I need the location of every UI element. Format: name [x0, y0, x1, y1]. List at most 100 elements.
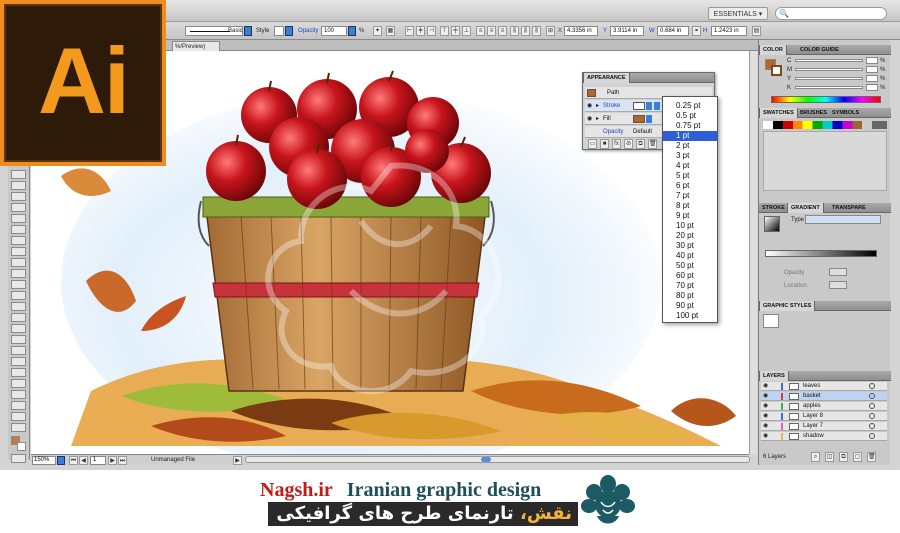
layer-row[interactable]: ◉ apples	[761, 402, 887, 411]
stroke-weight-option[interactable]: 4 pt	[663, 161, 717, 171]
align-middle-icon[interactable]: ╪	[451, 26, 460, 36]
layer-target-icon[interactable]	[869, 413, 875, 419]
artboard-tool-icon[interactable]	[11, 401, 26, 410]
stroke-weight-option[interactable]: 6 pt	[663, 181, 717, 191]
layer-target-icon[interactable]	[869, 403, 875, 409]
tab-symbols[interactable]: SYMBOLS	[829, 108, 862, 118]
layer-target-icon[interactable]	[869, 433, 875, 439]
stroke-weight-option[interactable]: 20 pt	[663, 231, 717, 241]
tab-color[interactable]: COLOR	[759, 45, 787, 55]
stroke-weight-option[interactable]: 0.75 pt	[663, 121, 717, 131]
stroke-weight-option[interactable]: 90 pt	[663, 301, 717, 311]
stroke-weight-option[interactable]: 0.5 pt	[663, 111, 717, 121]
graph-tool-icon[interactable]	[11, 390, 26, 399]
brush-definition-dropdown[interactable]	[244, 26, 252, 36]
magic-wand-tool-icon[interactable]	[11, 192, 26, 201]
add-new-fill-icon[interactable]: ■	[600, 139, 609, 149]
m-value-field[interactable]	[866, 66, 878, 73]
locate-object-icon[interactable]: ⌕	[811, 452, 820, 462]
c-value-field[interactable]	[866, 57, 878, 64]
opacity-label[interactable]: Opacity	[298, 26, 318, 36]
stroke-weight-option[interactable]: 0.25 pt	[663, 101, 717, 111]
visibility-eye-icon[interactable]: ◉	[763, 423, 770, 429]
stroke-weight-option[interactable]: 70 pt	[663, 281, 717, 291]
horizontal-scroll-thumb[interactable]	[481, 457, 491, 462]
tab-stroke[interactable]: STROKE	[759, 203, 788, 213]
color-spectrum-bar[interactable]	[771, 96, 881, 103]
pen-tool-icon[interactable]	[11, 203, 26, 212]
visibility-eye-icon[interactable]: ◉	[587, 113, 592, 125]
mesh-tool-icon[interactable]	[11, 335, 26, 344]
paintbrush-tool-icon[interactable]	[11, 247, 26, 256]
stroke-color-swatch[interactable]	[771, 65, 782, 76]
stroke-weight-option[interactable]: 7 pt	[663, 191, 717, 201]
opacity-label[interactable]: Opacity	[603, 126, 623, 138]
zoom-tool-icon[interactable]	[11, 423, 26, 432]
pencil-tool-icon[interactable]	[11, 258, 26, 267]
tab-color-guide[interactable]: COLOR GUIDE	[797, 45, 842, 55]
swatch-row[interactable]	[763, 121, 887, 129]
stroke-weight-option[interactable]: 5 pt	[663, 171, 717, 181]
gradient-thumbnail[interactable]	[764, 216, 780, 232]
document-tab[interactable]: %/Preview)	[172, 41, 220, 51]
blob-brush-tool-icon[interactable]	[11, 269, 26, 278]
gradient-type-dropdown[interactable]	[805, 215, 881, 224]
stroke-weight-option[interactable]: 60 pt	[663, 271, 717, 281]
make-clipping-mask-icon[interactable]: ◫	[825, 452, 834, 462]
style-dropdown[interactable]	[285, 26, 293, 36]
constrain-proportions-icon[interactable]: ⚭	[692, 26, 701, 36]
y-slider[interactable]	[795, 77, 863, 80]
fill-color-dropdown[interactable]	[646, 115, 652, 123]
distribute-middle-icon[interactable]: ≡	[487, 26, 496, 36]
stroke-weight-option[interactable]: 9 pt	[663, 211, 717, 221]
visibility-eye-icon[interactable]: ◉	[763, 383, 770, 389]
distribute-right-icon[interactable]: ⫼	[532, 26, 541, 36]
align-top-icon[interactable]: ⊤	[440, 26, 449, 36]
blend-tool-icon[interactable]	[11, 368, 26, 377]
shape-builder-tool-icon[interactable]	[11, 324, 26, 333]
gradient-slider[interactable]	[765, 250, 877, 257]
layer-target-icon[interactable]	[869, 383, 875, 389]
k-value-field[interactable]	[866, 84, 878, 91]
distribute-center-icon[interactable]: ⫼	[521, 26, 530, 36]
rotate-tool-icon[interactable]	[11, 280, 26, 289]
line-tool-icon[interactable]	[11, 225, 26, 234]
x-field[interactable]: 4.3356 in	[564, 26, 598, 36]
horizontal-scrollbar[interactable]	[245, 456, 750, 463]
m-slider[interactable]	[795, 68, 863, 71]
status-menu-icon[interactable]: ▶	[233, 456, 242, 465]
direct-selection-tool-icon[interactable]	[11, 181, 26, 190]
selection-tool-icon[interactable]	[11, 170, 26, 179]
stroke-weight-option[interactable]: 8 pt	[663, 201, 717, 211]
align-center-icon[interactable]: ┿	[416, 26, 425, 36]
workspace-switcher[interactable]: ESSENTIALS ▾	[708, 7, 768, 20]
duplicate-item-icon[interactable]: ⧉	[636, 139, 645, 149]
layer-row-selected[interactable]: ◉ basket	[761, 392, 887, 401]
distribute-top-icon[interactable]: ≡	[476, 26, 485, 36]
layer-row[interactable]: ◉ Layer 8	[761, 412, 887, 421]
zoom-level-field[interactable]: 150%	[32, 456, 56, 465]
free-transform-tool-icon[interactable]	[11, 313, 26, 322]
symbol-sprayer-tool-icon[interactable]	[11, 379, 26, 388]
site-name[interactable]: Nagsh.ir	[260, 479, 333, 501]
vertical-scrollbar[interactable]	[749, 51, 757, 454]
stroke-label[interactable]: Stroke	[603, 100, 620, 112]
add-new-stroke-icon[interactable]: ▭	[588, 139, 597, 149]
tab-layers[interactable]: LAYERS	[759, 371, 789, 381]
reference-point-icon[interactable]: ⊞	[546, 26, 555, 36]
first-artboard-icon[interactable]: ⏮	[69, 456, 78, 465]
expand-triangle-icon[interactable]: ▸	[596, 113, 599, 125]
scale-tool-icon[interactable]	[11, 291, 26, 300]
new-layer-icon[interactable]: ▢	[853, 452, 862, 462]
add-new-effect-icon[interactable]: fx	[612, 139, 621, 149]
delete-item-icon[interactable]: 🗑	[648, 139, 657, 149]
visibility-eye-icon[interactable]: ◉	[763, 393, 770, 399]
stroke-swatch-icon[interactable]	[17, 442, 26, 451]
c-slider[interactable]	[795, 59, 863, 62]
layer-target-icon[interactable]	[869, 423, 875, 429]
type-tool-icon[interactable]	[11, 214, 26, 223]
gradient-tool-icon[interactable]	[11, 346, 26, 355]
stroke-weight-option-selected[interactable]: 1 pt	[663, 131, 717, 141]
gradient-opacity-field[interactable]	[829, 268, 847, 276]
clear-appearance-icon[interactable]: ⊘	[624, 139, 633, 149]
